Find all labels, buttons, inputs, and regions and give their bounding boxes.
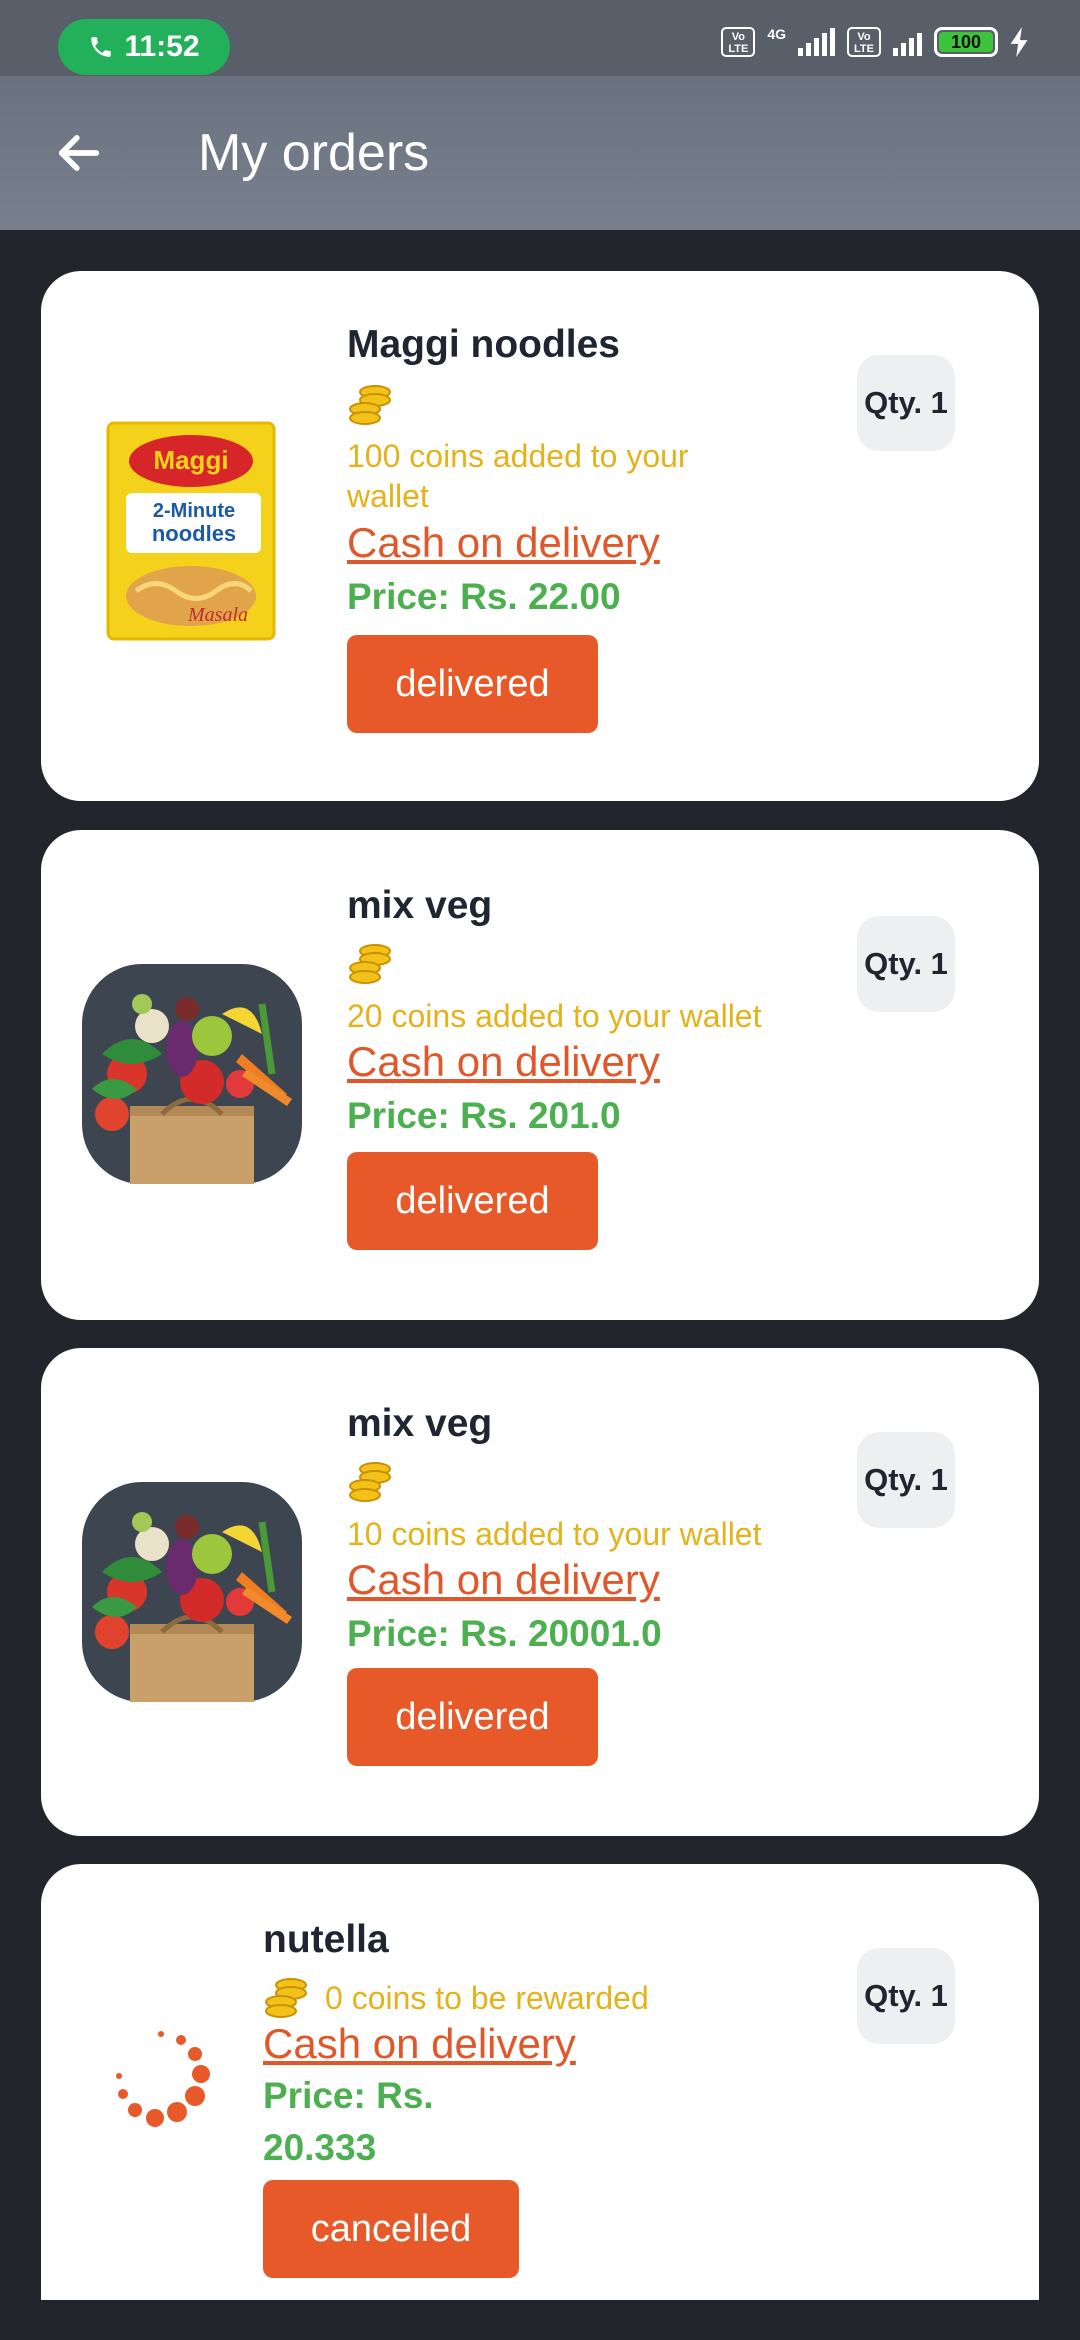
order-status-button[interactable]: delivered [347,1668,598,1766]
clock: 11:52 [124,30,200,63]
product-name: mix veg [347,884,493,927]
app-bar: My orders [0,76,1080,230]
arrow-left-icon [58,135,100,171]
back-button[interactable] [46,120,112,186]
payment-method-link[interactable]: Cash on delivery [347,1556,660,1604]
payment-method-link[interactable]: Cash on delivery [263,2020,576,2068]
coins-info: 0 coins to be rewarded [325,1980,649,2016]
system-indicators: Vo LTE 4G Vo LTE 100 [721,22,1030,62]
order-status-button[interactable]: delivered [347,1152,598,1250]
order-status-button[interactable]: delivered [347,635,598,733]
volte-icon-sim2: Vo LTE [847,27,881,57]
svg-text:Maggi: Maggi [153,445,228,475]
signal-icon-sim2 [893,28,922,56]
battery-icon: 100 [934,27,998,57]
coins-icon [347,1460,393,1504]
order-card[interactable]: mix veg 10 coins added to your wallet Ca… [41,1348,1039,1836]
loading-spinner-icon [116,2031,210,2127]
signal-icon [798,28,835,56]
svg-text:noodles: noodles [152,521,236,546]
product-image-maggi: Maggi 2-Minute noodles Masala [106,421,276,641]
product-name: Maggi noodles [347,323,620,366]
network-type: 4G [767,26,786,42]
product-image-mix-veg [82,964,302,1184]
page-title: My orders [198,124,430,182]
coins-icon [347,383,393,427]
svg-text:2-Minute: 2-Minute [153,500,235,522]
coins-info: 10 coins added to your wallet [347,1516,762,1552]
order-card[interactable]: Maggi 2-Minute noodles Masala Maggi nood… [41,271,1039,801]
volte-icon: Vo LTE [721,27,756,57]
product-name: mix veg [347,1402,493,1445]
coins-icon [263,1976,309,2020]
product-name: nutella [263,1918,389,1961]
charging-icon [1010,27,1028,57]
battery-level: 100 [939,32,993,52]
coins-info: 100 coins added to your wallet [347,438,689,514]
phone-icon [91,37,112,57]
price: Price: Rs. 201.0 [347,1095,621,1136]
payment-method-link[interactable]: Cash on delivery [347,519,660,567]
payment-method-link[interactable]: Cash on delivery [347,1038,660,1086]
quantity-badge: Qty. 1 [857,1432,955,1528]
coins-info: 20 coins added to your wallet [347,998,762,1034]
product-image-mix-veg [82,1482,302,1702]
ongoing-call-indicator[interactable]: 11:52 [58,19,230,75]
coins-icon [347,942,393,986]
quantity-badge: Qty. 1 [857,1948,955,2044]
quantity-badge: Qty. 1 [857,355,955,451]
price: Price: Rs. 22.00 [347,576,621,617]
order-card[interactable]: mix veg 20 coins added to your wallet Ca… [41,830,1039,1320]
price: Price: Rs. 20.333 [263,2075,434,2168]
status-bar: 11:52 Vo LTE 4G Vo LTE 100 [0,0,1080,76]
order-card[interactable]: nutella 0 coins to be rewarded Cash on d… [41,1864,1039,2300]
svg-text:Masala: Masala [187,604,248,626]
quantity-badge: Qty. 1 [857,916,955,1012]
order-status-button[interactable]: cancelled [263,2180,519,2278]
price: Price: Rs. 20001.0 [347,1613,662,1654]
